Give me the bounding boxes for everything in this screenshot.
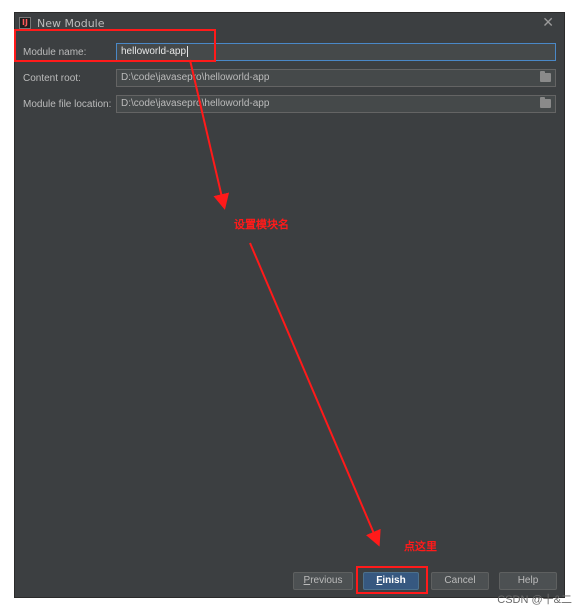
arrow-to-label xyxy=(189,59,230,210)
csdn-watermark: CSDN @十&二 xyxy=(497,594,572,606)
annotation-set-module-name: 设置模块名 xyxy=(234,218,289,231)
annotation-arrows xyxy=(189,59,381,547)
arrow-to-finish xyxy=(249,242,381,547)
annotation-click-here: 点这里 xyxy=(404,540,437,553)
